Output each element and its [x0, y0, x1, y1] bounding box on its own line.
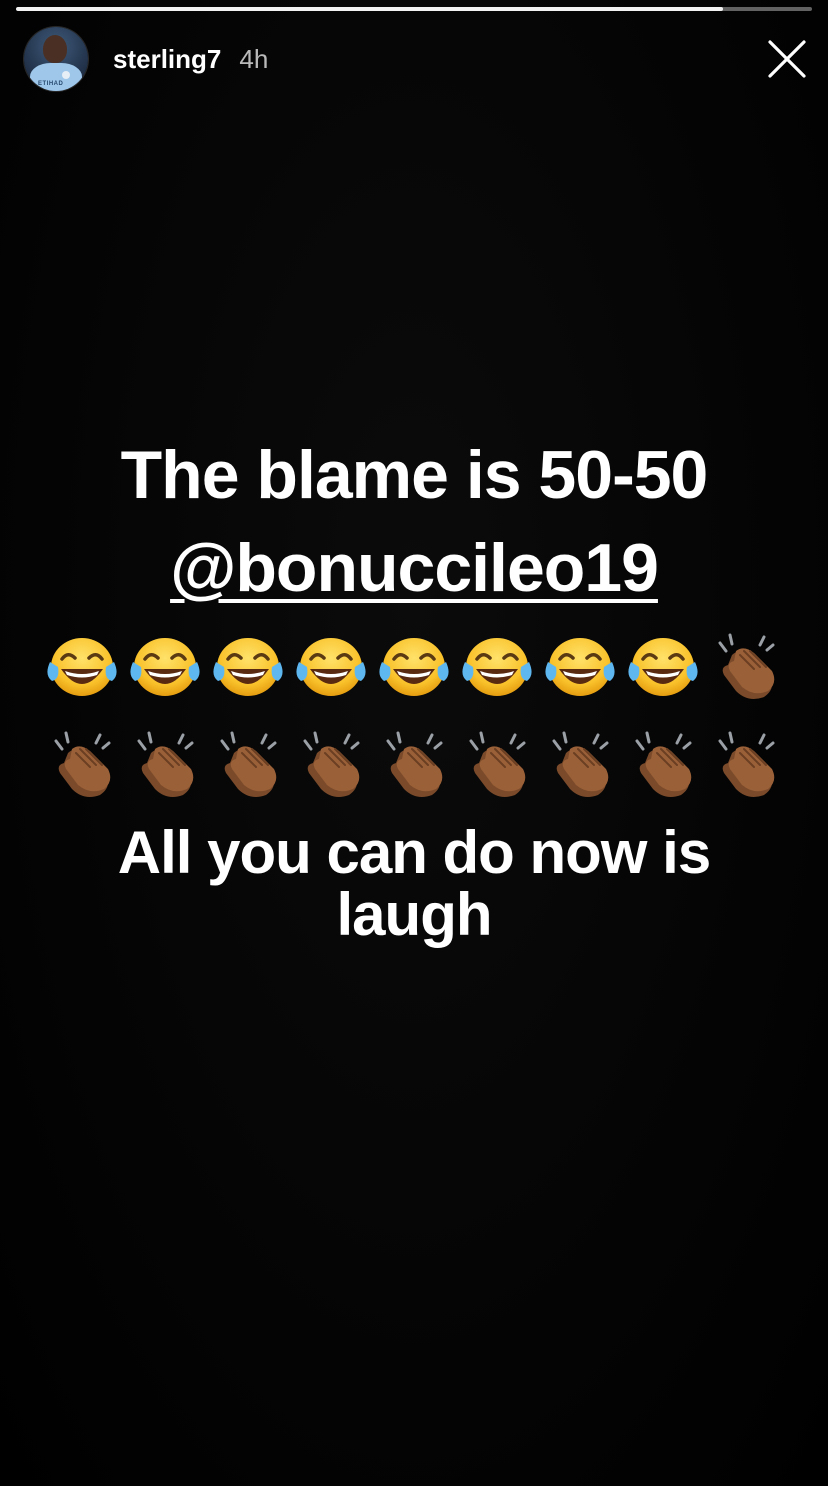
face-with-tears-of-joy-emoji-icon	[628, 638, 698, 696]
clapping-hands-medium-dark-emoji-icon	[635, 731, 692, 797]
story-header: ETIHAD sterling7 4h	[24, 26, 268, 92]
face-with-tears-of-joy-emoji	[129, 629, 201, 701]
avatar-badge	[62, 71, 70, 79]
face-with-tears-of-joy-emoji-icon	[545, 638, 615, 696]
face-with-tears-of-joy-emoji	[46, 629, 118, 701]
clapping-hands-medium-dark-emoji	[378, 727, 450, 799]
clapping-hands-medium-dark-emoji	[710, 629, 782, 701]
clapping-hands-medium-dark-emoji-icon	[552, 731, 609, 797]
headline-text: The blame is 50-50	[120, 437, 709, 513]
story-progress-bar	[16, 7, 812, 11]
clapping-hands-medium-dark-emoji	[295, 727, 367, 799]
emoji-row-1	[0, 616, 828, 714]
avatar-head	[43, 35, 67, 63]
clapping-hands-medium-dark-emoji	[461, 727, 533, 799]
face-with-tears-of-joy-emoji	[544, 629, 616, 701]
clapping-hands-medium-dark-emoji	[129, 727, 201, 799]
username[interactable]: sterling7	[113, 44, 221, 75]
clapping-hands-medium-dark-emoji	[627, 727, 699, 799]
story-viewer[interactable]: ETIHAD sterling7 4h The blame is 50-50 @…	[0, 0, 828, 1486]
mention-line: @bonuccileo19	[0, 520, 828, 616]
face-with-tears-of-joy-emoji-icon	[379, 638, 449, 696]
face-with-tears-of-joy-emoji	[212, 629, 284, 701]
story-progress-fill	[16, 7, 723, 11]
face-with-tears-of-joy-emoji	[461, 629, 533, 701]
avatar[interactable]: ETIHAD	[24, 27, 88, 91]
clapping-hands-medium-dark-emoji-icon	[303, 731, 360, 797]
caption-text: All you can do now is laugh	[117, 819, 711, 948]
face-with-tears-of-joy-emoji	[378, 629, 450, 701]
close-button[interactable]	[768, 40, 806, 78]
face-with-tears-of-joy-emoji-icon	[462, 638, 532, 696]
face-with-tears-of-joy-emoji	[295, 629, 367, 701]
clapping-hands-medium-dark-emoji-icon	[54, 731, 111, 797]
clapping-hands-medium-dark-emoji-icon	[469, 731, 526, 797]
face-with-tears-of-joy-emoji-icon	[130, 638, 200, 696]
clapping-hands-medium-dark-emoji-icon	[137, 731, 194, 797]
clapping-hands-medium-dark-emoji	[46, 727, 118, 799]
face-with-tears-of-joy-emoji-icon	[47, 638, 117, 696]
clapping-hands-medium-dark-emoji-icon	[718, 731, 775, 797]
clapping-hands-medium-dark-emoji-icon	[386, 731, 443, 797]
avatar-sponsor-text: ETIHAD	[38, 81, 64, 87]
clapping-hands-medium-dark-emoji-icon	[718, 633, 775, 699]
face-with-tears-of-joy-emoji-icon	[213, 638, 283, 696]
emoji-row-2	[0, 714, 828, 812]
mention-link[interactable]: @bonuccileo19	[170, 530, 659, 606]
clapping-hands-medium-dark-emoji	[710, 727, 782, 799]
face-with-tears-of-joy-emoji-icon	[296, 638, 366, 696]
clapping-hands-medium-dark-emoji	[212, 727, 284, 799]
close-icon	[768, 40, 806, 78]
timestamp: 4h	[239, 43, 269, 74]
story-text-overlay: The blame is 50-50 @bonuccileo19 All you…	[0, 430, 828, 946]
clapping-hands-medium-dark-emoji	[544, 727, 616, 799]
face-with-tears-of-joy-emoji	[627, 629, 699, 701]
clapping-hands-medium-dark-emoji-icon	[220, 731, 277, 797]
